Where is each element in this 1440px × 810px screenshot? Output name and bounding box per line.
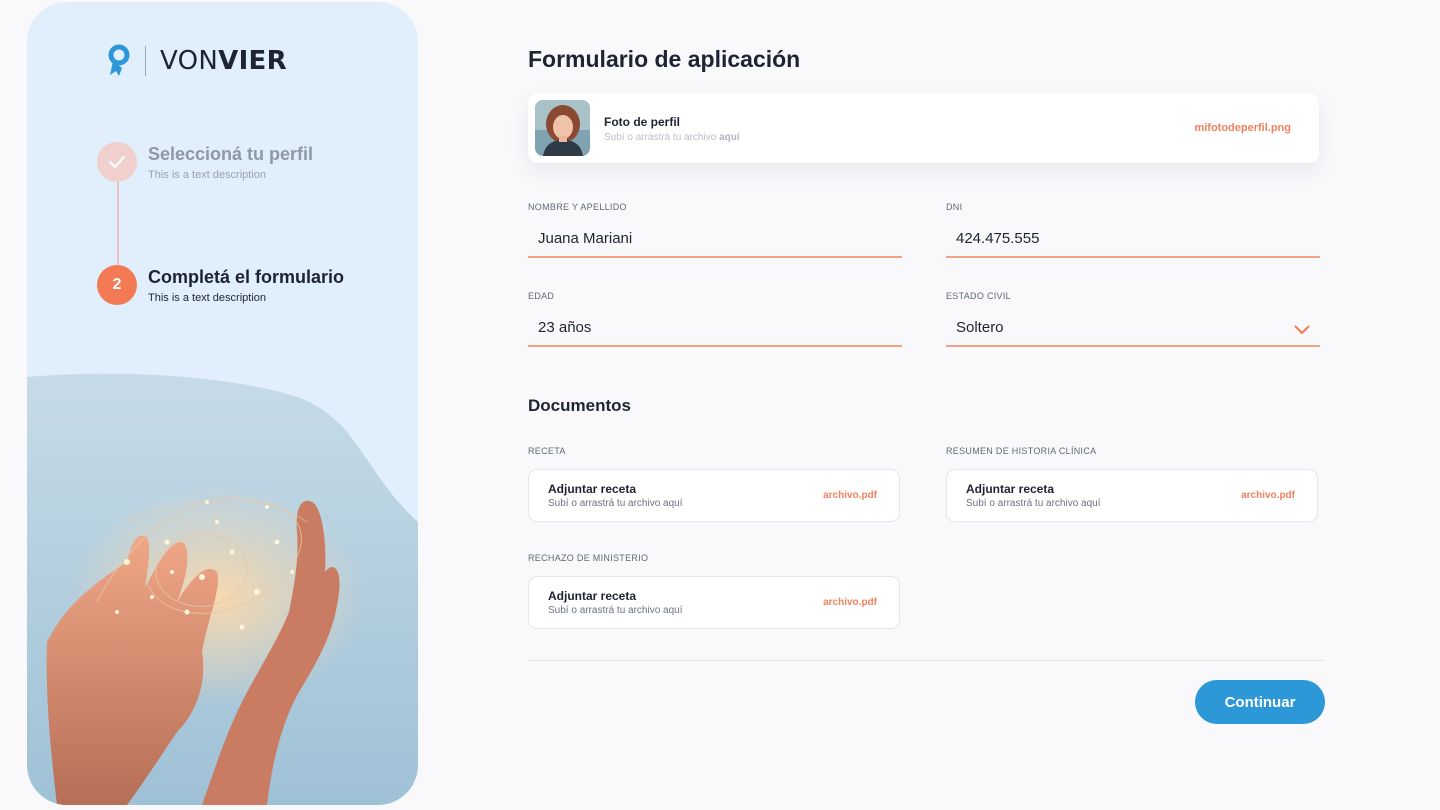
doc-label: RECHAZO DE MINISTERIO <box>528 553 649 563</box>
field-value: 424.475.555 <box>956 229 1040 247</box>
doc-hint: Subí o arrastrá tu archivo aquí <box>966 498 1101 509</box>
footer-divider <box>528 660 1325 661</box>
ribbon-pin-icon <box>108 44 130 76</box>
profile-photo-upload[interactable]: Foto de perfil Subí o arrastrá tu archiv… <box>528 93 1319 163</box>
civil-status-select[interactable]: Soltero <box>946 309 1320 347</box>
doc-label: RECETA <box>528 446 566 456</box>
dni-input[interactable]: 424.475.555 <box>946 220 1320 258</box>
step-complete-form[interactable]: 2 Completá el formulario This is a text … <box>97 265 344 305</box>
dni-field: DNI 424.475.555 <box>946 202 1320 258</box>
doc-hint: Subí o arrastrá tu archivo aquí <box>548 605 683 616</box>
name-field: NOMBRE Y APELLIDO Juana Mariani <box>528 202 902 258</box>
field-label: EDAD <box>528 291 555 301</box>
step-select-profile[interactable]: Seleccioná tu perfil This is a text desc… <box>97 142 313 182</box>
brand-logo: VONVIER <box>107 44 287 78</box>
documents-title: Documentos <box>528 396 631 415</box>
doc-clinical-summary: RESUMEN DE HISTORIA CLÍNICA Adjuntar rec… <box>946 446 1318 522</box>
continue-button[interactable]: Continuar <box>1195 680 1325 724</box>
doc-title: Adjuntar receta <box>548 589 637 603</box>
doc-filename[interactable]: archivo.pdf <box>1241 490 1295 501</box>
photo-label: Foto de perfil <box>604 115 680 129</box>
photo-filename[interactable]: mifotodeperfil.png <box>1194 122 1291 134</box>
avatar <box>535 100 590 156</box>
doc-upload-dropzone[interactable]: Adjuntar receta Subí o arrastrá tu archi… <box>528 576 900 629</box>
step-done-badge <box>97 142 137 182</box>
sidebar: VONVIER Seleccioná tu perfil This is a t… <box>27 2 418 805</box>
avatar-photo <box>535 100 590 156</box>
doc-upload-dropzone[interactable]: Adjuntar receta Subí o arrastrá tu archi… <box>946 469 1318 522</box>
doc-hint: Subí o arrastrá tu archivo aquí <box>548 498 683 509</box>
doc-title: Adjuntar receta <box>548 482 637 496</box>
doc-filename[interactable]: archivo.pdf <box>823 597 877 608</box>
photo-hint: Subí o arrastrá tu archivo aquí <box>604 132 740 143</box>
field-value: Soltero <box>956 318 1004 336</box>
page-title: Formulario de aplicación <box>528 46 801 72</box>
step-description: This is a text description <box>148 169 266 181</box>
doc-prescription: RECETA Adjuntar receta Subí o arrastrá t… <box>528 446 900 522</box>
age-input[interactable]: 23 años <box>528 309 902 347</box>
field-label: ESTADO CIVIL <box>946 291 1011 301</box>
doc-title: Adjuntar receta <box>966 482 1055 496</box>
logo-divider <box>145 46 146 76</box>
field-label: NOMBRE Y APELLIDO <box>528 202 627 212</box>
chevron-down-icon <box>1294 325 1310 334</box>
doc-filename[interactable]: archivo.pdf <box>823 490 877 501</box>
civil-status-field: ESTADO CIVIL Soltero <box>946 291 1320 347</box>
doc-label: RESUMEN DE HISTORIA CLÍNICA <box>946 446 1097 456</box>
field-value: 23 años <box>538 318 592 336</box>
step-description: This is a text description <box>148 292 266 304</box>
step-title: Seleccioná tu perfil <box>148 144 314 164</box>
check-icon <box>108 155 126 169</box>
step-number-badge: 2 <box>97 265 137 305</box>
brand-name: VONVIER <box>160 46 287 76</box>
doc-ministry-rejection: RECHAZO DE MINISTERIO Adjuntar receta Su… <box>528 553 900 629</box>
step-title: Completá el formulario <box>148 267 345 287</box>
name-input[interactable]: Juana Mariani <box>528 220 902 258</box>
field-label: DNI <box>946 202 963 212</box>
doc-upload-dropzone[interactable]: Adjuntar receta Subí o arrastrá tu archi… <box>528 469 900 522</box>
hands-fairy-lights-image <box>27 373 418 805</box>
age-field: EDAD 23 años <box>528 291 902 347</box>
field-value: Juana Mariani <box>538 229 633 247</box>
